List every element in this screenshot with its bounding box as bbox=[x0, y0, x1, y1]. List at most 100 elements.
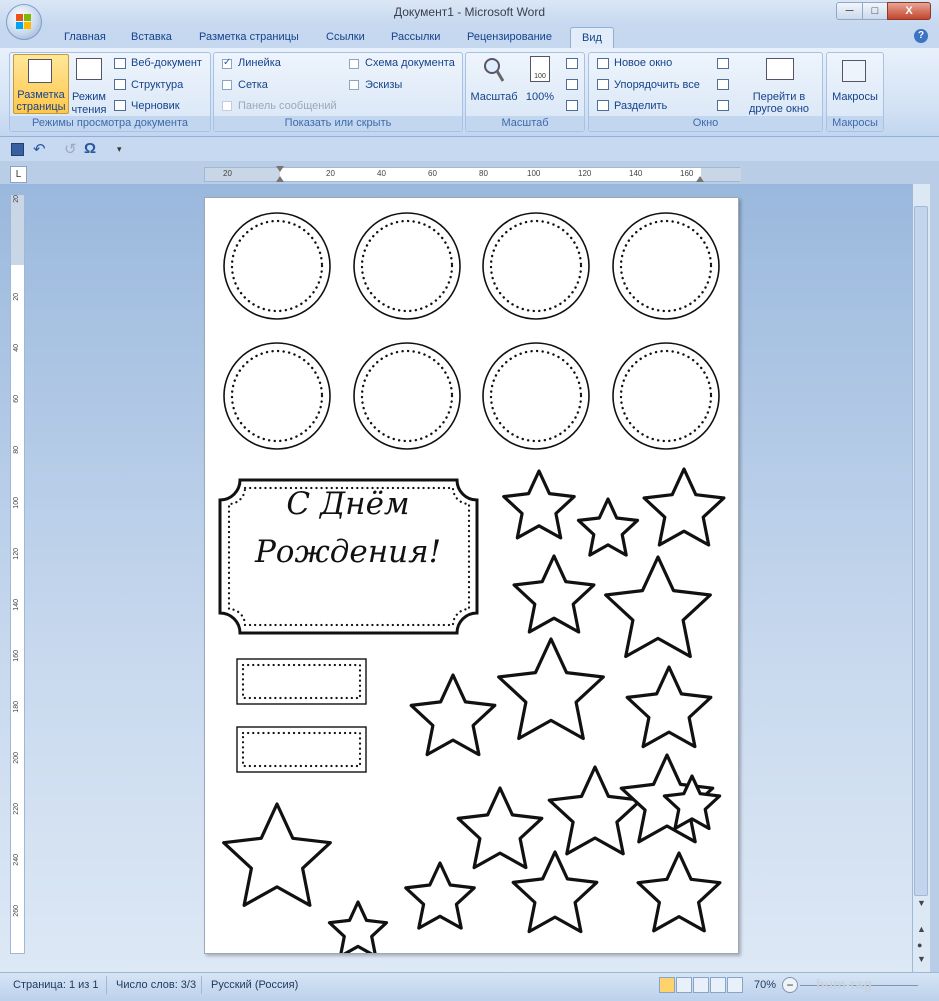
new-window-button[interactable]: Новое окно bbox=[614, 57, 672, 69]
draft-button[interactable]: Черновик bbox=[131, 100, 180, 112]
next-page-icon[interactable]: ▼ bbox=[917, 954, 926, 964]
ruler-tick: 240 bbox=[13, 854, 20, 866]
right-indent-marker[interactable] bbox=[696, 176, 704, 182]
zoom-out-icon[interactable]: − bbox=[782, 977, 798, 993]
switch-windows-button[interactable]: Перейти в другое окно bbox=[740, 54, 818, 116]
arrange-all-icon bbox=[597, 79, 609, 90]
star-sticker bbox=[409, 673, 497, 757]
window-title: Документ1 - Microsoft Word bbox=[393, 5, 546, 19]
ruler-tick: 80 bbox=[13, 446, 20, 454]
tab-references[interactable]: Ссылки bbox=[326, 31, 365, 43]
switch-windows-label-2: другое окно bbox=[748, 103, 810, 115]
circle-sticker bbox=[223, 212, 331, 320]
circle-sticker-dotted-border bbox=[489, 219, 583, 313]
sync-scrolling-icon[interactable] bbox=[717, 79, 729, 90]
star-sticker bbox=[512, 554, 596, 634]
tab-selector[interactable]: L bbox=[10, 166, 27, 183]
star-sticker bbox=[497, 637, 605, 741]
message-bar-label: Панель сообщений bbox=[238, 100, 337, 112]
office-button[interactable] bbox=[6, 4, 42, 40]
star-sticker bbox=[502, 469, 576, 540]
gridlines-checkbox[interactable] bbox=[222, 80, 232, 90]
zoom-100-button[interactable]: 100 100% bbox=[522, 54, 558, 114]
zoom-level[interactable]: 70% bbox=[754, 979, 776, 991]
scrollbar-thumb[interactable] bbox=[914, 206, 928, 896]
previous-page-icon[interactable]: ▲ bbox=[917, 924, 926, 934]
document-map-checkbox[interactable] bbox=[349, 59, 359, 69]
rect-label-dotted-border bbox=[241, 663, 362, 700]
thumbnails-checkbox[interactable] bbox=[349, 80, 359, 90]
macros-button[interactable]: Макросы bbox=[828, 54, 882, 114]
browse-object-icon[interactable]: ● bbox=[917, 940, 922, 950]
symbol-omega-icon[interactable]: Ω bbox=[84, 140, 96, 157]
page-count[interactable]: Страница: 1 из 1 bbox=[13, 979, 99, 991]
vertical-ruler[interactable]: 20 20 40 60 80 100 120 140 160 180 200 220 240 260 bbox=[10, 194, 25, 954]
ruler-tick: 80 bbox=[479, 169, 488, 178]
zoom-100-label: 100% bbox=[525, 91, 555, 103]
view-side-by-side-icon[interactable] bbox=[717, 58, 729, 69]
ruler-tick: 180 bbox=[13, 701, 20, 713]
reading-mode-label-1: Режим bbox=[72, 91, 106, 103]
help-icon[interactable]: ? bbox=[914, 29, 928, 43]
outline-view-icon[interactable] bbox=[710, 977, 726, 993]
new-window-icon bbox=[597, 58, 609, 69]
birthday-greeting: С Днём Рождения! bbox=[219, 480, 477, 576]
scroll-down-icon[interactable]: ▼ bbox=[917, 898, 926, 908]
zoom-button[interactable]: Масштаб bbox=[470, 54, 518, 114]
tab-home[interactable]: Главная bbox=[64, 31, 106, 43]
office-logo-icon bbox=[16, 14, 31, 29]
page-width-icon[interactable] bbox=[566, 100, 578, 111]
left-indent-marker[interactable] bbox=[276, 176, 284, 182]
save-icon[interactable] bbox=[11, 143, 24, 156]
undo-icon[interactable]: ↶ bbox=[33, 140, 46, 158]
print-layout-view-icon[interactable] bbox=[659, 977, 675, 993]
star-sticker bbox=[404, 861, 476, 930]
print-layout-label-2: страницы bbox=[16, 101, 66, 113]
customize-qat-icon[interactable]: ▾ bbox=[117, 144, 122, 155]
split-button[interactable]: Разделить bbox=[614, 100, 667, 112]
macros-icon bbox=[842, 60, 866, 82]
word-count[interactable]: Число слов: 3/3 bbox=[116, 979, 196, 991]
print-layout-button[interactable]: Разметка страницы bbox=[13, 54, 69, 114]
circle-sticker bbox=[612, 212, 720, 320]
magnifier-icon bbox=[484, 58, 505, 82]
document-page[interactable]: С Днём Рождения! bbox=[204, 197, 739, 954]
ruler-tick: 120 bbox=[578, 169, 592, 178]
message-bar-checkbox bbox=[222, 101, 232, 111]
one-page-icon[interactable] bbox=[566, 58, 578, 69]
circle-sticker bbox=[353, 212, 461, 320]
ruler-tick: 260 bbox=[13, 905, 20, 917]
horizontal-ruler[interactable]: 20 20 40 60 80 100 120 140 160 bbox=[204, 166, 741, 182]
draft-view-icon[interactable] bbox=[727, 977, 743, 993]
vertical-scrollbar[interactable]: ▼ ▲ ● ▼ bbox=[912, 184, 930, 972]
greeting-line-1: С Днём bbox=[286, 486, 410, 522]
tab-page-layout[interactable]: Разметка страницы bbox=[199, 31, 299, 43]
circle-sticker bbox=[223, 342, 331, 450]
close-button[interactable]: X bbox=[887, 2, 931, 20]
reading-view-icon[interactable] bbox=[676, 977, 692, 993]
tab-mailings[interactable]: Рассылки bbox=[391, 31, 440, 43]
circle-sticker-dotted-border bbox=[360, 349, 454, 443]
group-label: Режимы просмотра документа bbox=[10, 116, 210, 131]
redo-icon: ↺ bbox=[64, 141, 77, 158]
language-indicator[interactable]: Русский (Россия) bbox=[211, 979, 298, 991]
maximize-button[interactable]: □ bbox=[862, 2, 888, 20]
reset-position-icon[interactable] bbox=[717, 100, 729, 111]
two-pages-icon[interactable] bbox=[566, 79, 578, 90]
tab-view[interactable]: Вид bbox=[570, 27, 614, 49]
document-map-label: Схема документа bbox=[365, 57, 455, 69]
web-layout-button[interactable]: Веб-документ bbox=[131, 57, 202, 69]
tab-review[interactable]: Рецензирование bbox=[467, 31, 552, 43]
star-sticker bbox=[625, 665, 713, 749]
minimize-button[interactable]: ─ bbox=[836, 2, 863, 20]
ruler-tick: 20 bbox=[326, 169, 335, 178]
arrange-all-button[interactable]: Упорядочить все bbox=[614, 79, 700, 91]
ruler-checkbox[interactable] bbox=[222, 57, 232, 69]
ruler-tick: 220 bbox=[13, 803, 20, 815]
first-line-indent-marker[interactable] bbox=[276, 166, 284, 172]
reading-mode-button[interactable]: Режим чтения bbox=[71, 54, 107, 116]
reading-mode-label-2: чтения bbox=[71, 104, 107, 116]
tab-insert[interactable]: Вставка bbox=[131, 31, 172, 43]
web-view-icon[interactable] bbox=[693, 977, 709, 993]
outline-button[interactable]: Структура bbox=[131, 79, 183, 91]
